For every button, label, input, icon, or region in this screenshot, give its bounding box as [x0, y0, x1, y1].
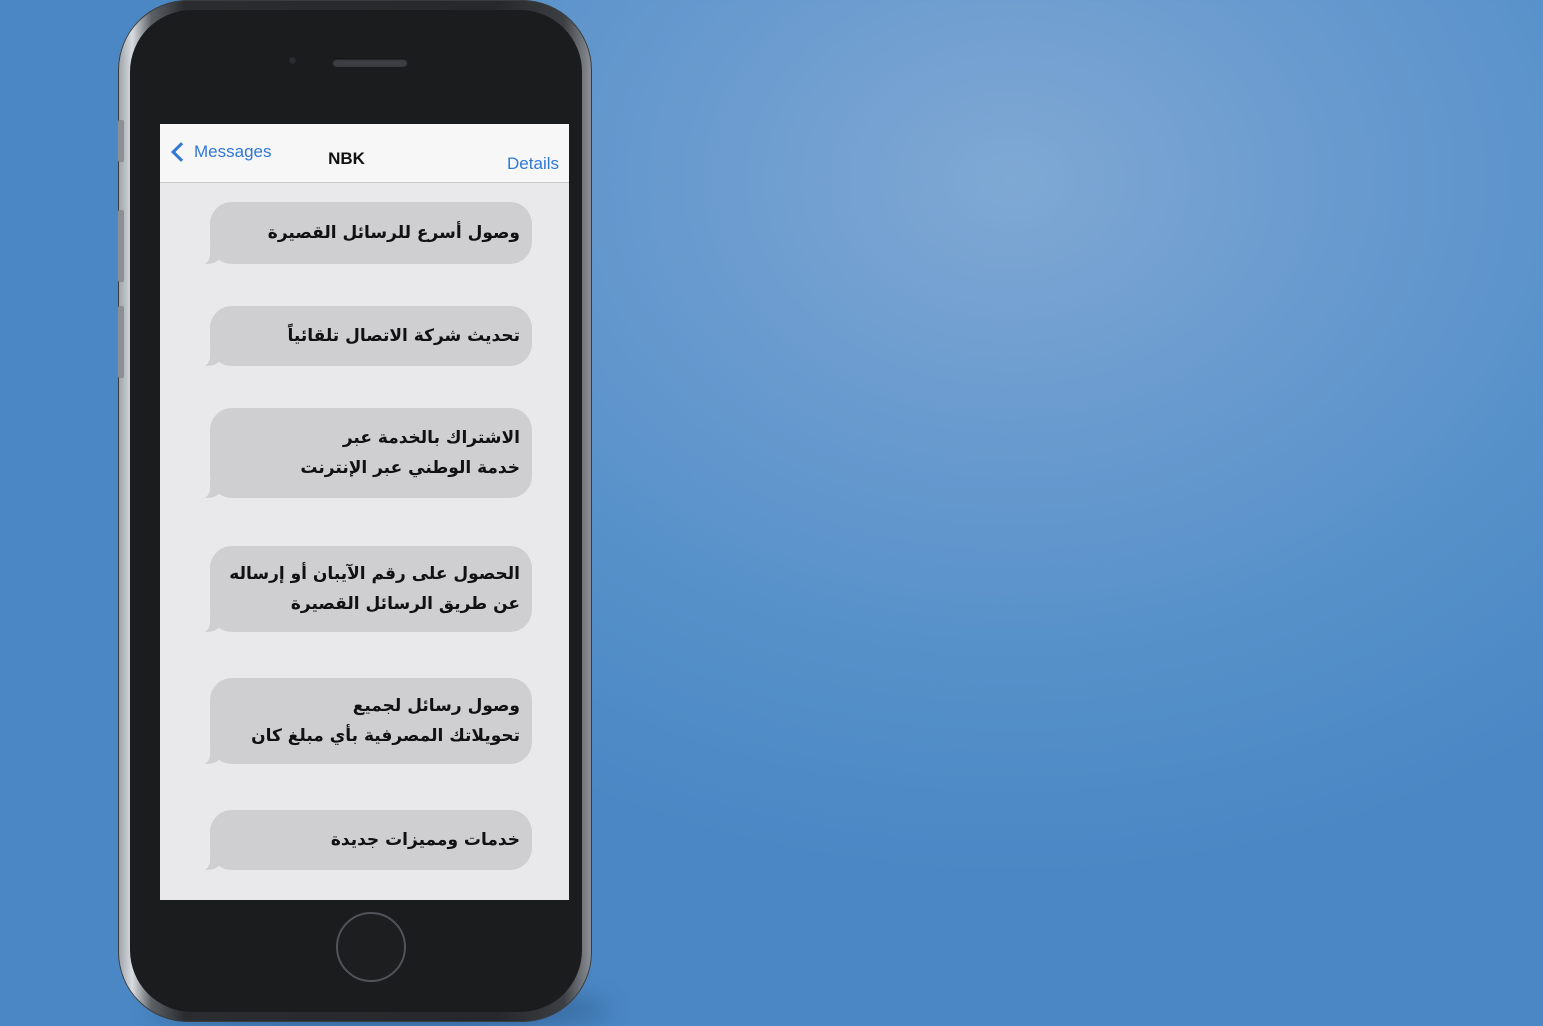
message-text: وصول رسائل لجميع تحويلاتك المصرفية بأي م… — [251, 696, 520, 746]
message-bubble[interactable]: الحصول على رقم الآيبان أو إرساله عن طريق… — [196, 546, 532, 633]
message-text: الحصول على رقم الآيبان أو إرساله عن طريق… — [229, 564, 520, 614]
mute-switch — [118, 120, 124, 162]
message-item: خدمات ومميزات جديدة — [196, 810, 532, 871]
message-bubble[interactable]: الاشتراك بالخدمة عبر خدمة الوطني عبر الإ… — [196, 408, 532, 499]
message-text: خدمات ومميزات جديدة — [330, 830, 520, 850]
earpiece-speaker — [332, 58, 408, 67]
messages-screen: Messages NBK Details وصول أسرع للرسائل ا… — [160, 124, 569, 900]
message-item: الحصول على رقم الآيبان أو إرساله عن طريق… — [196, 546, 532, 633]
message-text: الاشتراك بالخدمة عبر خدمة الوطني عبر الإ… — [300, 428, 520, 478]
message-text: وصول أسرع للرسائل القصيرة — [267, 223, 520, 243]
details-button[interactable]: Details — [507, 154, 559, 174]
message-item: وصول أسرع للرسائل القصيرة — [196, 202, 532, 265]
conversation-navbar: Messages NBK Details — [160, 124, 569, 183]
conversation-title: NBK — [328, 149, 365, 168]
home-button[interactable] — [336, 912, 406, 982]
message-item: وصول رسائل لجميع تحويلاتك المصرفية بأي م… — [196, 678, 532, 765]
message-item: الاشتراك بالخدمة عبر خدمة الوطني عبر الإ… — [196, 408, 532, 499]
message-text: تحديث شركة الاتصال تلقائياً — [287, 326, 520, 346]
message-bubble[interactable]: وصول أسرع للرسائل القصيرة — [196, 202, 532, 265]
message-bubble[interactable]: خدمات ومميزات جديدة — [196, 810, 532, 871]
message-bubble[interactable]: وصول رسائل لجميع تحويلاتك المصرفية بأي م… — [196, 678, 532, 765]
volume-down-button — [118, 306, 124, 378]
message-item: تحديث شركة الاتصال تلقائياً — [196, 306, 532, 367]
message-bubble[interactable]: تحديث شركة الاتصال تلقائياً — [196, 306, 532, 367]
front-camera — [288, 56, 297, 65]
volume-up-button — [118, 210, 124, 282]
